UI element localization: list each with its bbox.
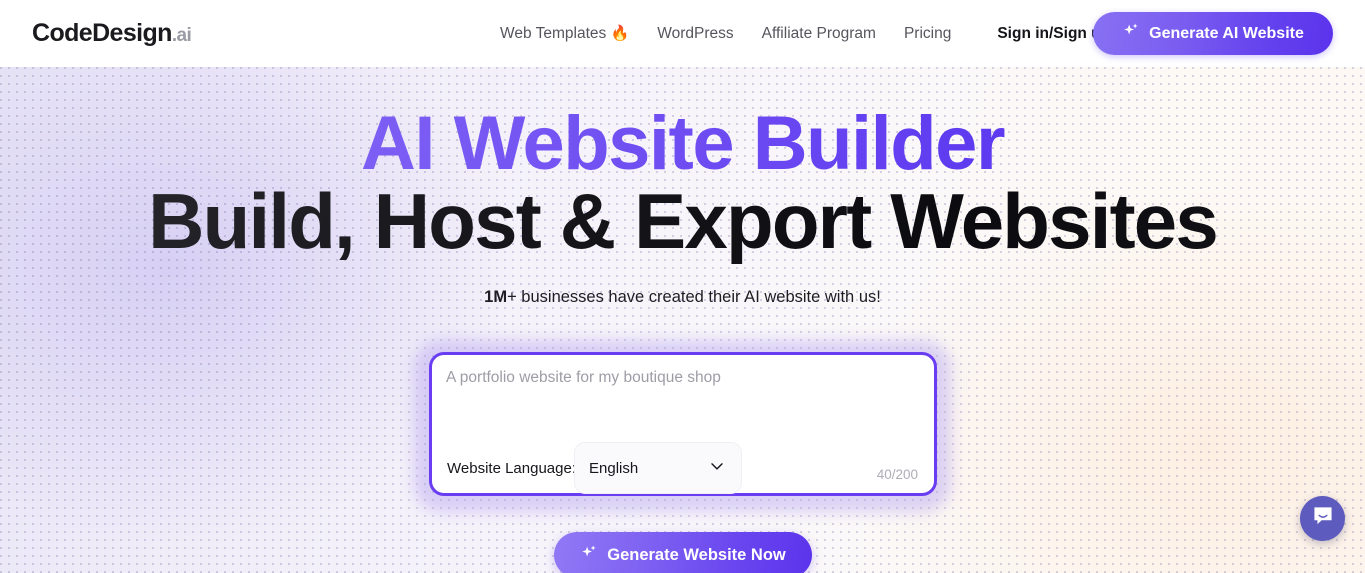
hero-subtitle-text: + businesses have created their AI websi… bbox=[507, 288, 881, 306]
brand-logo-main: CodeDesign bbox=[32, 19, 172, 47]
hero-subtitle: 1M+ businesses have created their AI web… bbox=[0, 285, 1365, 309]
nav-item-web-templates-label: Web Templates bbox=[500, 25, 607, 42]
generate-ai-website-button[interactable]: Generate AI Website bbox=[1093, 12, 1333, 55]
brand-logo[interactable]: CodeDesign.ai bbox=[32, 18, 192, 51]
page-title-gradient: AI Website Builder bbox=[0, 101, 1365, 187]
website-language-label: Website Language: bbox=[447, 460, 576, 477]
nav-item-pricing[interactable]: Pricing bbox=[904, 21, 951, 47]
generate-website-now-label: Generate Website Now bbox=[607, 545, 786, 564]
hero-subtitle-count: 1M bbox=[484, 288, 508, 306]
chevron-down-icon bbox=[707, 456, 727, 481]
site-header: CodeDesign.ai Web Templates 🔥 WordPress … bbox=[0, 0, 1365, 67]
character-counter: 40/200 bbox=[876, 467, 918, 482]
prompt-card: Website Language: English 40/200 bbox=[429, 352, 937, 496]
generate-website-now-button[interactable]: Generate Website Now bbox=[554, 532, 812, 573]
nav-item-affiliate-program[interactable]: Affiliate Program bbox=[762, 21, 876, 47]
nav-item-web-templates[interactable]: Web Templates 🔥 bbox=[500, 21, 629, 47]
chat-bubble-icon bbox=[1311, 504, 1335, 533]
sparkle-icon bbox=[1122, 22, 1140, 45]
generate-ai-website-label: Generate AI Website bbox=[1149, 24, 1304, 42]
nav-item-wordpress[interactable]: WordPress bbox=[657, 21, 733, 47]
website-language-value: English bbox=[589, 459, 639, 477]
prompt-input[interactable] bbox=[446, 367, 924, 431]
sparkle-icon bbox=[580, 544, 598, 567]
chat-launcher-button[interactable] bbox=[1300, 496, 1345, 541]
page-title-dark: Build, Host & Export Websites bbox=[0, 177, 1365, 265]
main-navigation: Web Templates 🔥 WordPress Affiliate Prog… bbox=[500, 21, 1110, 47]
website-language-dropdown[interactable]: English bbox=[574, 442, 742, 494]
brand-logo-suffix: .ai bbox=[171, 25, 192, 46]
fire-icon: 🔥 bbox=[610, 25, 630, 42]
